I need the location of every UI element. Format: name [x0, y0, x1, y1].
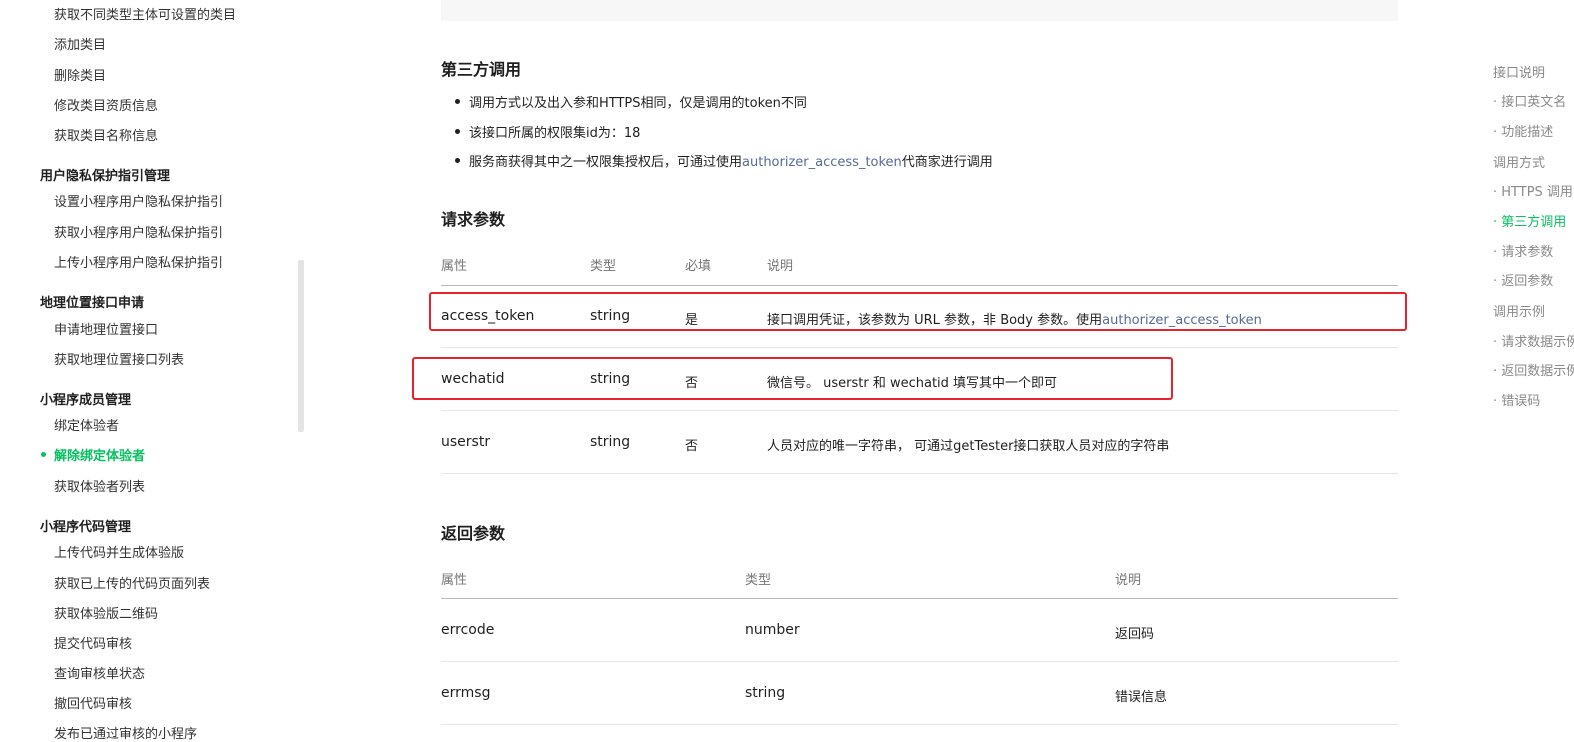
toc-item[interactable]: · 功能描述 [1493, 121, 1553, 140]
table-row-divider [441, 661, 1398, 662]
section-title-return-params: 返回参数 [441, 524, 506, 543]
sidebar-nav: 获取不同类型主体可设置的类目 添加类目 删除类目 修改类目资质信息 获取类目名称… [0, 0, 298, 742]
table-header-divider [441, 598, 1398, 599]
table-header-cell: 属性 [441, 573, 468, 588]
toc-item[interactable]: · 请求数据示例 [1493, 331, 1574, 350]
toc-item[interactable]: · 接口英文名 [1493, 91, 1566, 110]
table-row-divider [441, 410, 1398, 411]
toc-item[interactable]: · 请求参数 [1493, 241, 1553, 260]
table-row-divider [441, 473, 1398, 474]
toc-item[interactable]: 调用示例 [1493, 301, 1545, 320]
bullet-dot [455, 129, 460, 134]
list-item-text-after: 代商家进行调用 [901, 155, 993, 170]
list-item-text-before: 服务商获得其中之一权限集授权后，可通过使用 [469, 155, 743, 170]
table-cell-type: number [745, 622, 800, 638]
sidebar-group-title: 用户隐私保护指引管理 [40, 169, 171, 184]
table-cell-desc: 返回码 [1115, 627, 1155, 642]
toc-item[interactable]: · 返回参数 [1493, 270, 1553, 289]
bullet-dot [455, 99, 460, 104]
table-cell-desc: 人员对应的唯一字符串， 可通过getTester接口获取人员对应的字符串 [767, 439, 1170, 454]
table-row-divider [441, 724, 1398, 725]
toc-item-active[interactable]: · 第三方调用 [1493, 211, 1566, 230]
sidebar-item[interactable]: 获取小程序用户隐私保护指引 [54, 222, 223, 241]
sidebar-group-title: 小程序成员管理 [40, 393, 132, 408]
highlight-box [412, 357, 1173, 400]
authorizer-access-token-link[interactable]: authorizer_access_token [742, 155, 902, 170]
table-cell-type: string [745, 685, 786, 701]
sidebar-item[interactable]: 获取不同类型主体可设置的类目 [54, 4, 236, 23]
sidebar-item[interactable]: 查询审核单状态 [54, 663, 145, 682]
bullet-dot [455, 158, 460, 163]
table-header-divider [441, 285, 1398, 286]
table-header-cell: 说明 [767, 259, 794, 274]
table-header-cell: 类型 [590, 259, 617, 274]
toc-item[interactable]: · HTTPS 调用 [1493, 181, 1573, 200]
table-cell-required: 否 [685, 439, 699, 454]
sidebar-item[interactable]: 修改类目资质信息 [54, 95, 158, 114]
sidebar-item-active[interactable]: 解除绑定体验者 [54, 445, 145, 464]
sidebar-group-title: 地理位置接口申请 [40, 296, 145, 311]
table-header-cell: 必填 [685, 259, 712, 274]
sidebar-group-title: 小程序代码管理 [40, 520, 132, 535]
sidebar-item[interactable]: 删除类目 [54, 65, 106, 84]
list-item-text: 调用方式以及出入参和HTTPS相同，仅是调用的token不同 [469, 96, 807, 111]
section-title-request-params: 请求参数 [441, 210, 506, 229]
table-header-cell: 类型 [745, 573, 772, 588]
section-title-third-party: 第三方调用 [441, 60, 522, 79]
toc-item[interactable]: · 错误码 [1493, 390, 1540, 409]
table-cell-name: userstr [441, 434, 491, 450]
list-item-text: 该接口所属的权限集id为：18 [469, 126, 641, 141]
sidebar-item[interactable]: 获取已上传的代码页面列表 [54, 573, 210, 592]
code-block [441, 0, 1398, 21]
table-cell-type: string [590, 434, 631, 450]
table-header-cell: 属性 [441, 259, 468, 274]
table-of-contents: 接口说明 · 接口英文名 · 功能描述 调用方式 · HTTPS 调用 · 第三… [1480, 0, 1574, 733]
sidebar-item[interactable]: 获取地理位置接口列表 [54, 349, 184, 368]
sidebar-item[interactable]: 获取体验版二维码 [54, 603, 158, 622]
table-header-cell: 说明 [1115, 573, 1142, 588]
table-row-divider [441, 347, 1398, 348]
toc-item[interactable]: 调用方式 [1493, 152, 1545, 171]
list-item-text: 服务商获得其中之一权限集授权后，可通过使用authorizer_access_t… [469, 151, 993, 170]
sidebar-item[interactable]: 上传小程序用户隐私保护指引 [54, 252, 223, 271]
sidebar-item[interactable]: 提交代码审核 [54, 633, 132, 652]
sidebar-item[interactable]: 设置小程序用户隐私保护指引 [54, 191, 223, 210]
sidebar-item[interactable]: 上传代码并生成体验版 [54, 542, 184, 561]
toc-item[interactable]: 接口说明 [1493, 62, 1545, 81]
sidebar-item[interactable]: 获取体验者列表 [54, 476, 145, 495]
sidebar-item[interactable]: 撤回代码审核 [54, 693, 132, 712]
sidebar-scrollbar[interactable] [298, 260, 304, 432]
sidebar-item[interactable]: 绑定体验者 [54, 415, 119, 434]
highlight-box [429, 292, 1407, 331]
active-indicator-dot [41, 452, 46, 457]
table-cell-desc: 错误信息 [1115, 690, 1168, 705]
table-cell-name: errmsg [441, 685, 491, 701]
toc-item[interactable]: · 返回数据示例 [1493, 360, 1574, 379]
sidebar-item[interactable]: 获取类目名称信息 [54, 125, 158, 144]
sidebar-item[interactable]: 申请地理位置接口 [54, 319, 158, 338]
sidebar-item[interactable]: 添加类目 [54, 34, 106, 53]
table-cell-name: errcode [441, 622, 495, 638]
